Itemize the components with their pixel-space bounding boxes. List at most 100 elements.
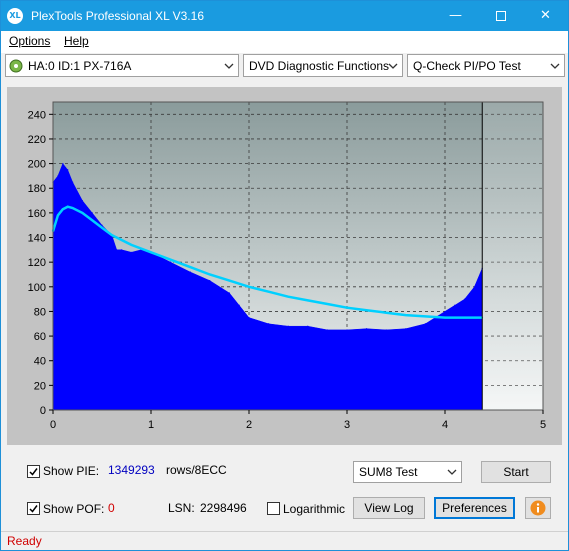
maximize-icon[interactable] [478,1,523,31]
average-data-point [346,306,348,309]
average-data-point [385,311,388,314]
average-data-point [81,212,84,214]
pie-data-point [81,199,83,202]
pie-data-point [444,310,446,313]
pie-data-point [91,212,93,214]
pie-po-chart: 0 20 40 60 80 100 120 140 160 180 200 220 240 0 1 2 3 4 5 [28,101,546,431]
minimize-icon[interactable]: — [433,1,478,31]
menu-options[interactable]: Options [9,34,50,48]
average-data-point [71,207,74,209]
y-tick-label: 200 [28,159,46,171]
x-tick-label: 5 [540,419,546,431]
y-tick-label: 240 [28,109,46,121]
menu-help-label: Help [64,34,89,48]
bottom-panel: Show PIE: 1349293 rows/8ECC Show POF: 0 … [1,451,568,531]
drive-select[interactable]: HA:0 ID:1 PX-716A [5,54,239,77]
show-pof-label: Show POF: [43,502,105,516]
pie-data-point [268,323,270,325]
preferences-button-label: Preferences [442,501,507,515]
start-button[interactable]: Start [481,461,551,483]
status-bar: Ready [1,531,568,550]
y-tick-label: 140 [28,233,46,245]
menu-bar: Options Help [1,31,568,53]
sum-test-value: SUM8 Test [359,465,418,479]
disc-drive-icon [9,59,23,73]
y-tick-label: 120 [28,257,46,269]
menu-help[interactable]: Help [64,34,89,48]
show-pie-checkbox[interactable] [27,465,40,478]
drive-select-value: HA:0 ID:1 PX-716A [28,59,132,73]
y-tick-label: 80 [34,306,46,318]
pie-data-point [62,163,64,165]
pie-data-point [248,317,250,319]
pie-data-point [385,329,387,331]
logarithmic-checkbox[interactable] [267,502,280,515]
chevron-down-icon [388,63,398,69]
pie-value: 1349293 [108,463,155,477]
close-icon[interactable]: ✕ [523,1,568,31]
pie-data-point [209,280,211,282]
x-tick-label: 3 [344,419,350,431]
chevron-down-icon [224,63,234,69]
y-tick-label: 160 [28,208,46,220]
pie-data-point [170,261,172,263]
average-data-point [66,205,69,208]
pie-data-point [116,249,118,251]
lsn-value: 2298496 [200,501,247,515]
show-pof-checkbox[interactable] [27,502,40,515]
status-text: Ready [7,534,42,548]
view-log-button[interactable]: View Log [353,497,425,519]
pof-value: 0 [108,501,115,515]
average-data-point [101,226,103,229]
average-data-point [57,214,59,217]
average-data-point [267,290,270,293]
y-tick-label: 20 [34,380,46,392]
y-tick-label: 60 [34,331,46,343]
chevron-down-icon [447,469,457,475]
y-tick-label: 180 [28,183,46,195]
pie-data-point [101,224,103,226]
function-select[interactable]: DVD Diagnostic Functions [243,54,403,77]
average-data-point [62,208,64,210]
menu-options-label: Options [9,34,51,48]
pie-data-point [464,298,466,300]
pie-data-point [405,328,407,330]
pie-data-point [326,329,328,331]
pie-data-point [287,325,289,327]
average-data-point [248,286,250,288]
average-data-point [365,309,368,312]
average-data-point [463,316,466,319]
title-bar[interactable]: XL PlexTools Professional XL V3.16 — ✕ [1,1,568,31]
x-tick-label: 0 [50,419,56,431]
average-data-point [91,219,93,222]
lsn-label: LSN: [168,501,195,515]
average-data-point [444,316,446,319]
unscanned-region [482,102,543,410]
sum-test-select[interactable]: SUM8 Test [353,461,462,483]
average-data-point [209,273,211,276]
pie-data-point [238,304,240,306]
pie-data-point [366,328,368,330]
average-data-point [111,234,113,236]
test-select-value: Q-Check PI/PO Test [413,59,521,73]
pie-data-point [307,325,309,327]
average-data-point [287,295,290,298]
pie-data-point [424,323,426,325]
pie-data-point [130,251,132,253]
test-select[interactable]: Q-Check PI/PO Test [407,54,565,77]
window-title: PlexTools Professional XL V3.16 [31,9,204,23]
pie-data-point [346,329,348,331]
average-data-point [150,251,152,254]
preferences-button[interactable]: Preferences [434,497,515,519]
y-tick-label: 40 [34,356,46,368]
info-button[interactable] [525,497,551,519]
pie-data-point [189,271,191,273]
app-window: XL PlexTools Professional XL V3.16 — ✕ O… [0,0,569,551]
average-data-point [130,244,133,246]
pie-unit: rows/8ECC [166,463,227,477]
view-log-button-label: View Log [364,501,414,515]
show-pie-label: Show PIE: [43,464,100,478]
chevron-down-icon [550,63,560,69]
x-tick-label: 4 [442,419,448,431]
pie-data-point [72,181,74,183]
